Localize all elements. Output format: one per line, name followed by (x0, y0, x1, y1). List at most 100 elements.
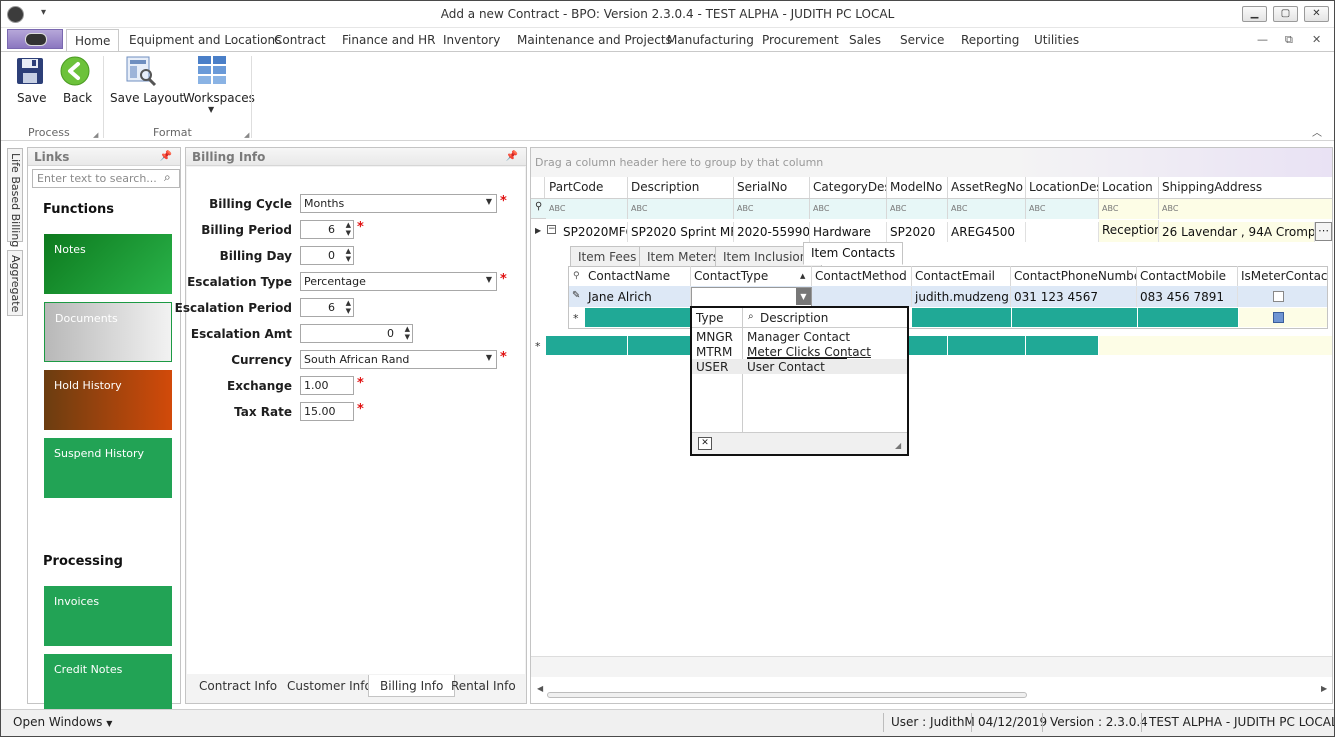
column-header-contactmethod[interactable]: ContactMethod (812, 266, 912, 286)
collapse-ribbon-icon[interactable]: ︿ (1312, 124, 1322, 139)
new-row-cell[interactable] (585, 308, 691, 327)
tab-customer-info[interactable]: Customer Info (276, 675, 383, 697)
cell-partcode[interactable]: SP2020MFC (560, 222, 628, 242)
process-launcher-icon[interactable]: ◢ (93, 131, 98, 139)
tab-equipment-and-locations[interactable]: Equipment and Locations (129, 33, 281, 47)
credit-notes-tile[interactable]: Credit Notes (44, 654, 172, 714)
tab-finance-and-hr[interactable]: Finance and HR (342, 33, 435, 47)
ribbon-restore-icon[interactable]: ⧉ (1285, 33, 1293, 47)
chevron-down-icon[interactable]: ▼ (486, 197, 492, 206)
new-row-cell[interactable] (948, 336, 1025, 355)
minimize-button[interactable]: ▁ (1242, 6, 1267, 22)
back-icon[interactable] (60, 56, 90, 86)
ribbon-minimize-icon[interactable]: — (1257, 33, 1268, 46)
column-header-contactname[interactable]: ContactName (585, 266, 691, 286)
cell-contactname[interactable]: Jane Alrich (585, 287, 691, 307)
lookup-type-mtrm[interactable]: MTRM (696, 345, 732, 359)
application-menu-button[interactable] (7, 29, 63, 49)
filter-modelno[interactable]: ABC (887, 199, 948, 219)
new-row-cell[interactable] (628, 336, 690, 355)
billing-period-spinner[interactable]: 6 ▲ ▼ (300, 220, 354, 239)
hold-history-tile[interactable]: Hold History (44, 370, 172, 430)
column-header-location[interactable]: Location (1099, 177, 1159, 198)
currency-select[interactable]: South African Rand ▼ (300, 350, 497, 369)
spin-arrows-icon[interactable]: ▲ ▼ (405, 325, 410, 341)
pin-icon[interactable]: 📌 (506, 151, 518, 162)
suspend-history-tile[interactable]: Suspend History (44, 438, 172, 498)
tab-sales[interactable]: Sales (849, 33, 881, 47)
column-header-shippingaddress[interactable]: ShippingAddress (1159, 177, 1332, 198)
filter-description[interactable]: ABC (628, 199, 734, 219)
documents-tile[interactable]: Documents (44, 302, 172, 362)
save-layout-icon[interactable] (125, 55, 157, 87)
new-row-cell[interactable] (1138, 308, 1238, 327)
cell-shippingaddress[interactable]: 26 Lavendar , 94A Crompton ... (1159, 222, 1315, 242)
filter-categorydesc[interactable]: ABC (810, 199, 887, 219)
tab-service[interactable]: Service (900, 33, 944, 47)
filter-serialno[interactable]: ABC (734, 199, 810, 219)
tab-utilities[interactable]: Utilities (1034, 33, 1079, 47)
filter-shippingaddress[interactable]: ABC (1159, 199, 1332, 219)
escalation-amt-spinner[interactable]: 0 ▲ ▼ (300, 324, 413, 343)
spin-arrows-icon[interactable]: ▲ ▼ (346, 299, 351, 315)
search-icon[interactable]: ⌕ (164, 170, 171, 185)
horizontal-scrollbar[interactable] (547, 692, 1027, 698)
collapse-row-icon[interactable]: − (547, 225, 556, 234)
contacttype-editor[interactable] (691, 287, 812, 307)
column-header-serialno[interactable]: SerialNo (734, 177, 810, 198)
tab-procurement[interactable]: Procurement (762, 33, 839, 47)
ismetercontact-checkbox[interactable] (1273, 312, 1284, 323)
column-header-contactemail[interactable]: ContactEmail (912, 266, 1011, 286)
column-header-contactmobile[interactable]: ContactMobile (1137, 266, 1238, 286)
spin-arrows-icon[interactable]: ▲ ▼ (346, 247, 351, 263)
column-header-locationdesc[interactable]: LocationDesc (1026, 177, 1099, 198)
filter-assetregno[interactable]: ABC (948, 199, 1026, 219)
lookup-desc-meter-clicks-contact[interactable]: Meter Clicks Contact (747, 345, 871, 359)
lookup-desc-manager-contact[interactable]: Manager Contact (747, 330, 850, 344)
column-header-modelno[interactable]: ModelNo (887, 177, 948, 198)
tab-home[interactable]: Home (66, 29, 120, 52)
lookup-desc-user-contact[interactable]: User Contact (747, 360, 825, 374)
tab-item-fees[interactable]: Item Fees (570, 246, 645, 267)
contacttype-dropdown-button[interactable]: ▼ (796, 288, 811, 305)
column-header-ismetercontact[interactable]: IsMeterContact (1238, 266, 1327, 286)
group-panel[interactable]: Drag a column header here to group by th… (531, 148, 1332, 177)
tab-reporting[interactable]: Reporting (961, 33, 1019, 47)
tab-contract-info[interactable]: Contract Info (188, 675, 288, 697)
open-windows-button[interactable]: Open Windows ▼ (13, 715, 112, 729)
new-row-cell[interactable] (1099, 336, 1332, 355)
new-row-cell[interactable] (1012, 308, 1137, 327)
cell-serialno[interactable]: 2020-559900 (734, 222, 810, 242)
close-button[interactable]: ✕ (1304, 6, 1329, 22)
invoices-tile[interactable]: Invoices (44, 586, 172, 646)
save-icon[interactable] (16, 57, 44, 85)
cell-modelno[interactable]: SP2020 (887, 222, 948, 242)
tab-rental-info[interactable]: Rental Info (440, 675, 527, 697)
save-layout-button[interactable]: Save Layout (110, 91, 184, 105)
column-header-assetregno[interactable]: AssetRegNo (948, 177, 1026, 198)
cell-contactphonenumber[interactable]: 031 123 4567 (1011, 287, 1137, 307)
column-header-description[interactable]: Description (628, 177, 734, 198)
column-header-contacttype[interactable]: ContactType (691, 266, 812, 286)
notes-tile[interactable]: Notes (44, 234, 172, 294)
resize-grip-icon[interactable]: ◢ (895, 441, 901, 450)
links-search-input[interactable]: Enter text to search... (32, 169, 180, 188)
filter-location[interactable]: ABC (1099, 199, 1159, 219)
lookup-type-user[interactable]: USER (696, 360, 728, 374)
cell-description[interactable]: SP2020 Sprint MFC (628, 222, 734, 242)
tab-maintenance-and-projects[interactable]: Maintenance and Projects (517, 33, 672, 47)
tab-item-contacts[interactable]: Item Contacts (803, 242, 904, 265)
cell-contactmobile[interactable]: 083 456 7891 (1137, 287, 1238, 307)
new-row-cell[interactable] (909, 336, 947, 355)
column-header-partcode[interactable]: PartCode (546, 177, 628, 198)
ribbon-close-icon[interactable]: ✕ (1312, 33, 1321, 46)
tax-rate-input[interactable]: 15.00 (300, 402, 354, 421)
tab-inventory[interactable]: Inventory (443, 33, 500, 47)
chevron-down-icon[interactable]: ▼ (486, 353, 492, 362)
cell-contactmethod[interactable] (812, 287, 912, 307)
new-row-cell[interactable] (1026, 336, 1098, 355)
binoculars-icon[interactable]: ⌕ (748, 311, 754, 322)
maximize-button[interactable]: ▢ (1273, 6, 1298, 22)
ismetercontact-checkbox[interactable] (1273, 291, 1284, 302)
workspaces-dropdown-icon[interactable]: ▼ (208, 105, 214, 114)
